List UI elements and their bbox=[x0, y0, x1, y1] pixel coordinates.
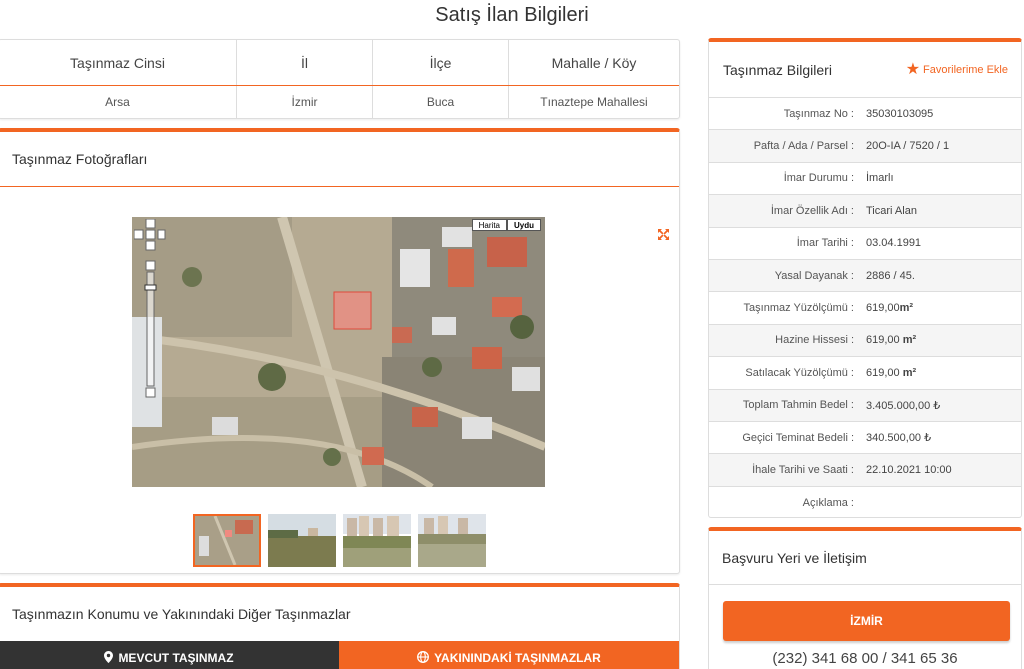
detail-row-estimated-price: Toplam Tahmin Bedel : 3.405.000,00 ₺ bbox=[709, 389, 1021, 422]
satellite-type-button[interactable]: Uydu bbox=[507, 219, 541, 231]
detail-value: 619,00 m² bbox=[866, 334, 917, 347]
details-card-title: Taşınmaz Bilgileri bbox=[723, 61, 832, 78]
detail-label: Taşınmaz No : bbox=[783, 107, 854, 120]
detail-row-description: Açıklama : bbox=[709, 487, 1021, 519]
page-title: Satış İlan Bilgileri bbox=[435, 4, 589, 26]
detail-label: Satılacak Yüzölçümü : bbox=[745, 366, 854, 379]
expand-icon[interactable] bbox=[657, 228, 671, 242]
detail-value: Ticari Alan bbox=[866, 204, 917, 217]
detail-row-legal-basis: Yasal Dayanak : 2886 / 45. bbox=[709, 259, 1021, 293]
detail-row-parcel: Pafta / Ada / Parsel : 20O-IA / 7520 / 1 bbox=[709, 130, 1021, 163]
detail-label: Pafta / Ada / Parsel : bbox=[753, 140, 854, 153]
thumbnail-buildings[interactable] bbox=[343, 514, 411, 567]
tab-current-property-label: MEVCUT TAŞINMAZ bbox=[118, 651, 234, 665]
property-details-card: Taşınmaz Bilgileri ★ Favorilerime Ekle T… bbox=[708, 38, 1022, 518]
table-cell-neighborhood: Tınaztepe Mahallesi bbox=[540, 95, 648, 109]
detail-label: Toplam Tahmin Bedel : bbox=[742, 399, 854, 412]
photo-thumbnails bbox=[193, 514, 486, 567]
detail-row-zoning-status: İmar Durumu : İmarlı bbox=[709, 163, 1021, 196]
detail-label: İmar Tarihi : bbox=[796, 237, 854, 250]
detail-label: İmar Özellik Adı : bbox=[770, 204, 854, 217]
add-favorite-button[interactable]: ★ Favorilerime Ekle bbox=[905, 60, 1008, 78]
location-card-title: Taşınmazın Konumu ve Yakınındaki Diğer T… bbox=[12, 606, 351, 622]
detail-label: Geçici Teminat Bedeli : bbox=[742, 431, 854, 444]
detail-value: 619,00 m² bbox=[866, 366, 917, 379]
tab-current-property[interactable]: MEVCUT TAŞINMAZ bbox=[0, 641, 339, 669]
star-icon: ★ bbox=[905, 60, 921, 78]
detail-row-zoning-type: İmar Özellik Adı : Ticari Alan bbox=[709, 195, 1021, 228]
map-zoom-control[interactable] bbox=[134, 219, 166, 399]
satellite-map[interactable]: Harita Uydu bbox=[132, 217, 545, 487]
detail-row-property-area: Taşınmaz Yüzölçümü : 619,00m² bbox=[709, 292, 1021, 325]
tab-nearby-properties[interactable]: YAKININDAKİ TAŞINMAZLAR bbox=[339, 641, 679, 669]
detail-value: 619,00m² bbox=[866, 302, 914, 315]
property-summary-table: Taşınmaz Cinsi İl İlçe Mahalle / Köy Ars… bbox=[0, 39, 680, 119]
thumbnail-field[interactable] bbox=[268, 514, 336, 567]
detail-label: Hazine Hissesi : bbox=[775, 334, 854, 347]
tab-nearby-properties-label: YAKININDAKİ TAŞINMAZLAR bbox=[434, 651, 601, 665]
detail-value: 22.10.2021 10:00 bbox=[866, 463, 952, 476]
detail-row-deposit: Geçici Teminat Bedeli : 340.500,00 ₺ bbox=[709, 422, 1021, 455]
detail-value: 340.500,00 ₺ bbox=[866, 432, 932, 445]
detail-label: İhale Tarihi ve Saati : bbox=[752, 463, 854, 476]
thumbnail-map[interactable] bbox=[193, 514, 261, 567]
thumbnail-empty-lot[interactable] bbox=[418, 514, 486, 567]
contact-card-title: Başvuru Yeri ve İletişim bbox=[709, 531, 1021, 585]
detail-row-property-no: Taşınmaz No : 35030103095 bbox=[709, 98, 1021, 131]
contact-card: Başvuru Yeri ve İletişim İZMİR (232) 341… bbox=[708, 527, 1022, 669]
map-marker-icon bbox=[104, 650, 114, 666]
detail-value: İmarlı bbox=[866, 172, 894, 185]
table-header-type: Taşınmaz Cinsi bbox=[0, 40, 237, 85]
detail-label: Yasal Dayanak : bbox=[774, 269, 854, 282]
detail-label: İmar Durumu : bbox=[783, 172, 854, 185]
table-cell-type: Arsa bbox=[0, 86, 237, 118]
table-header-province: İl bbox=[237, 40, 373, 85]
add-favorite-label: Favorilerime Ekle bbox=[923, 63, 1008, 76]
table-cell-district: Buca bbox=[373, 86, 509, 118]
detail-row-treasury-share: Hazine Hissesi : 619,00 m² bbox=[709, 324, 1021, 358]
photos-card: Taşınmaz Fotoğrafları Harita Uydu bbox=[0, 128, 680, 574]
detail-label: Açıklama : bbox=[802, 496, 854, 509]
detail-row-sale-area: Satılacak Yüzölçümü : 619,00 m² bbox=[709, 357, 1021, 390]
detail-value: 2886 / 45. bbox=[866, 269, 915, 282]
detail-row-auction-date: İhale Tarihi ve Saati : 22.10.2021 10:00 bbox=[709, 454, 1021, 487]
table-header-neighborhood: Mahalle / Köy bbox=[551, 54, 637, 71]
detail-value: 20O-IA / 7520 / 1 bbox=[866, 140, 950, 153]
table-header-district: İlçe bbox=[373, 40, 509, 85]
photos-card-title: Taşınmaz Fotoğrafları bbox=[0, 132, 679, 187]
location-card: Taşınmazın Konumu ve Yakınındaki Diğer T… bbox=[0, 583, 680, 669]
detail-value: 03.04.1991 bbox=[866, 237, 922, 250]
detail-value: 3.405.000,00 ₺ bbox=[866, 399, 941, 412]
table-cell-province: İzmir bbox=[237, 86, 373, 118]
detail-label: Taşınmaz Yüzölçümü : bbox=[743, 302, 854, 315]
detail-value: 35030103095 bbox=[866, 107, 934, 120]
city-button[interactable]: İZMİR bbox=[723, 601, 1010, 641]
detail-row-zoning-date: İmar Tarihi : 03.04.1991 bbox=[709, 228, 1021, 260]
phone-number: (232) 341 68 00 / 341 65 36 bbox=[772, 650, 958, 667]
map-type-button[interactable]: Harita bbox=[471, 219, 507, 231]
globe-icon bbox=[417, 650, 430, 666]
